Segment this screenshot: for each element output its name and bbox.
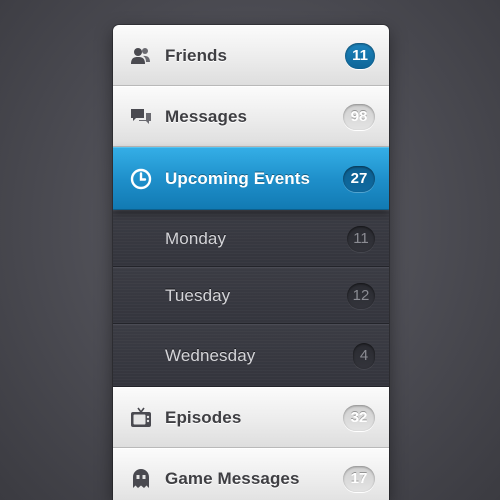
monday-count-badge: 11 xyxy=(347,225,375,252)
friends-icon xyxy=(129,44,153,68)
menu-item-game-messages[interactable]: Game Messages 17 xyxy=(113,448,389,500)
friends-count-badge: 11 xyxy=(345,42,375,69)
navigation-menu: Friends 11 Messages 98 Upcoming Events 2… xyxy=(113,25,389,500)
submenu-item-monday[interactable]: Monday 11 xyxy=(113,210,389,267)
messages-count-badge: 98 xyxy=(343,103,375,130)
submenu-item-wednesday[interactable]: Wednesday 4 xyxy=(113,324,389,387)
menu-item-episodes-label: Episodes xyxy=(165,407,242,427)
submenu-item-monday-label: Monday xyxy=(165,228,227,248)
tv-icon xyxy=(129,406,153,430)
submenu-item-wednesday-label: Wednesday xyxy=(165,345,256,365)
menu-item-episodes[interactable]: Episodes 32 xyxy=(113,387,389,448)
submenu-item-tuesday[interactable]: Tuesday 12 xyxy=(113,267,389,324)
menu-item-game-messages-label: Game Messages xyxy=(165,468,300,488)
upcoming-events-count-badge: 27 xyxy=(343,165,375,192)
ghost-icon xyxy=(129,467,153,491)
game-messages-count-badge: 17 xyxy=(343,465,375,492)
episodes-count-badge: 32 xyxy=(343,404,375,431)
menu-item-messages-label: Messages xyxy=(165,106,248,126)
tuesday-count-badge: 12 xyxy=(347,282,375,309)
menu-item-friends-label: Friends xyxy=(165,45,228,65)
menu-item-upcoming-events[interactable]: Upcoming Events 27 xyxy=(113,147,389,210)
menu-item-upcoming-events-label: Upcoming Events xyxy=(165,168,311,188)
clock-icon xyxy=(129,167,153,191)
speech-bubbles-icon xyxy=(129,105,153,129)
menu-item-messages[interactable]: Messages 98 xyxy=(113,86,389,147)
wednesday-count-badge: 4 xyxy=(353,342,375,369)
submenu-item-tuesday-label: Tuesday xyxy=(165,285,231,305)
menu-item-friends[interactable]: Friends 11 xyxy=(113,25,389,86)
